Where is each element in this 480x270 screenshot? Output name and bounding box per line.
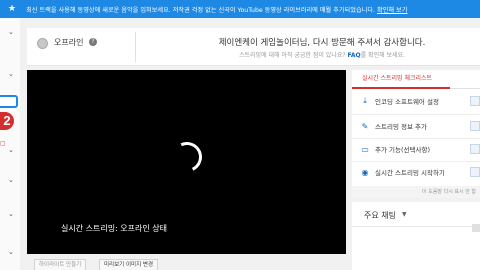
- left-sidebar: ⌄ ⌄ 2 ▢ ⌄ ⌄ ⌄ ⌄: [0, 18, 20, 270]
- chevron-down-icon[interactable]: ⌄: [8, 176, 14, 184]
- stream-status-header: 오프라인 ? 제이엔케이 게임놀이터님, 다시 방문해 주셔서 감사합니다. 스…: [27, 28, 480, 66]
- notification-banner: ★ 최신 트랙을 사용해 동영상에 새로운 음악을 입혀보세요. 저작권 걱정 …: [0, 0, 480, 18]
- checklist-item-label: 스트리밍 정보 추가: [375, 123, 427, 131]
- loading-spinner-icon: [167, 137, 207, 177]
- chevron-down-icon[interactable]: ⌄: [8, 28, 14, 36]
- item-thumbnail: [470, 167, 480, 177]
- sidebar-active-item[interactable]: [0, 95, 18, 108]
- divider: [352, 138, 480, 139]
- streaming-checklist-panel: 실시간 스트리밍 체크리스트 ⤓ 인코딩 소프트웨어 설정 ✎ 스트리밍 정보 …: [352, 70, 480, 198]
- banner-link[interactable]: 확인해 보기: [377, 5, 407, 14]
- help-message: 스트리밍에 대해 아직 궁금한 점이 있나요? FAQ를 확인해 보세요.: [137, 50, 480, 59]
- checklist-item-label: 인코딩 소프트웨어 설정: [375, 98, 439, 106]
- video-player[interactable]: 실시간 스트리밍: 오프라인 상태: [27, 70, 346, 254]
- star-icon: ★: [8, 4, 17, 14]
- chevron-down-icon[interactable]: ⌄: [8, 248, 14, 256]
- sidebar-item-icon[interactable]: ▢: [0, 140, 6, 147]
- edit-icon: ✎: [361, 121, 369, 131]
- checklist-item-start[interactable]: ◉ 실시간 스트리밍 시작하기: [360, 167, 445, 178]
- create-highlight-button[interactable]: 하이라이트 만들기: [34, 259, 87, 270]
- avatar: [472, 224, 480, 232]
- item-thumbnail: [470, 144, 480, 154]
- dont-show-again-link[interactable]: 이 도움말 다시 표시 안 함: [352, 186, 480, 198]
- checklist-item-label: 실시간 스트리밍 시작하기: [375, 169, 445, 177]
- item-thumbnail: [470, 96, 480, 106]
- status-label: 오프라인: [54, 38, 84, 47]
- chevron-down-icon[interactable]: ⌄: [8, 70, 14, 78]
- live-chat-panel: 주요 채팅 ▼: [352, 202, 480, 270]
- checklist-item-encoder[interactable]: ⤓ 인코딩 소프트웨어 설정: [360, 96, 439, 106]
- chevron-down-icon[interactable]: ⌄: [8, 210, 14, 218]
- welcome-message: 제이엔케이 게임놀이터님, 다시 방문해 주셔서 감사합니다.: [218, 38, 426, 48]
- player-status-caption: 실시간 스트리밍: 오프라인 상태: [61, 224, 168, 233]
- change-thumbnail-button[interactable]: 미리보기 이미지 변경: [99, 259, 159, 270]
- checklist-item-extras[interactable]: ▭ 추가 기능(선택사항): [360, 144, 430, 155]
- divider: [352, 226, 480, 227]
- step-badge: 2: [0, 112, 14, 130]
- divider: [135, 32, 136, 62]
- banner-text: 최신 트랙을 사용해 동영상에 새로운 음악을 입혀보세요. 저작권 걱정 없는…: [26, 6, 375, 14]
- help-message-text: 스트리밍에 대해 아직 궁금한 점이 있나요?: [238, 52, 346, 59]
- tab-checklist[interactable]: 실시간 스트리밍 체크리스트: [352, 70, 450, 89]
- chat-mode-label[interactable]: 주요 채팅: [364, 210, 396, 221]
- offline-status-icon: [37, 38, 48, 49]
- divider: [352, 114, 480, 115]
- chevron-down-icon[interactable]: ⌄: [8, 146, 14, 154]
- checklist-item-label: 추가 기능(선택사항): [375, 146, 430, 154]
- help-icon[interactable]: ?: [89, 38, 97, 46]
- download-icon: ⤓: [363, 96, 367, 105]
- broadcast-icon: ◉: [361, 167, 369, 177]
- item-thumbnail: [470, 121, 480, 131]
- app-root: ★ 최신 트랙을 사용해 동영상에 새로운 음악을 입혀보세요. 저작권 걱정 …: [0, 0, 480, 270]
- faq-link[interactable]: FAQ: [347, 52, 360, 59]
- help-message-suffix: 를 확인해 보세요.: [360, 52, 405, 59]
- checklist-item-info[interactable]: ✎ 스트리밍 정보 추가: [360, 121, 427, 132]
- chevron-down-icon[interactable]: ▼: [402, 211, 407, 218]
- divider: [450, 88, 480, 89]
- card-icon: ▭: [361, 144, 369, 154]
- divider: [352, 161, 480, 162]
